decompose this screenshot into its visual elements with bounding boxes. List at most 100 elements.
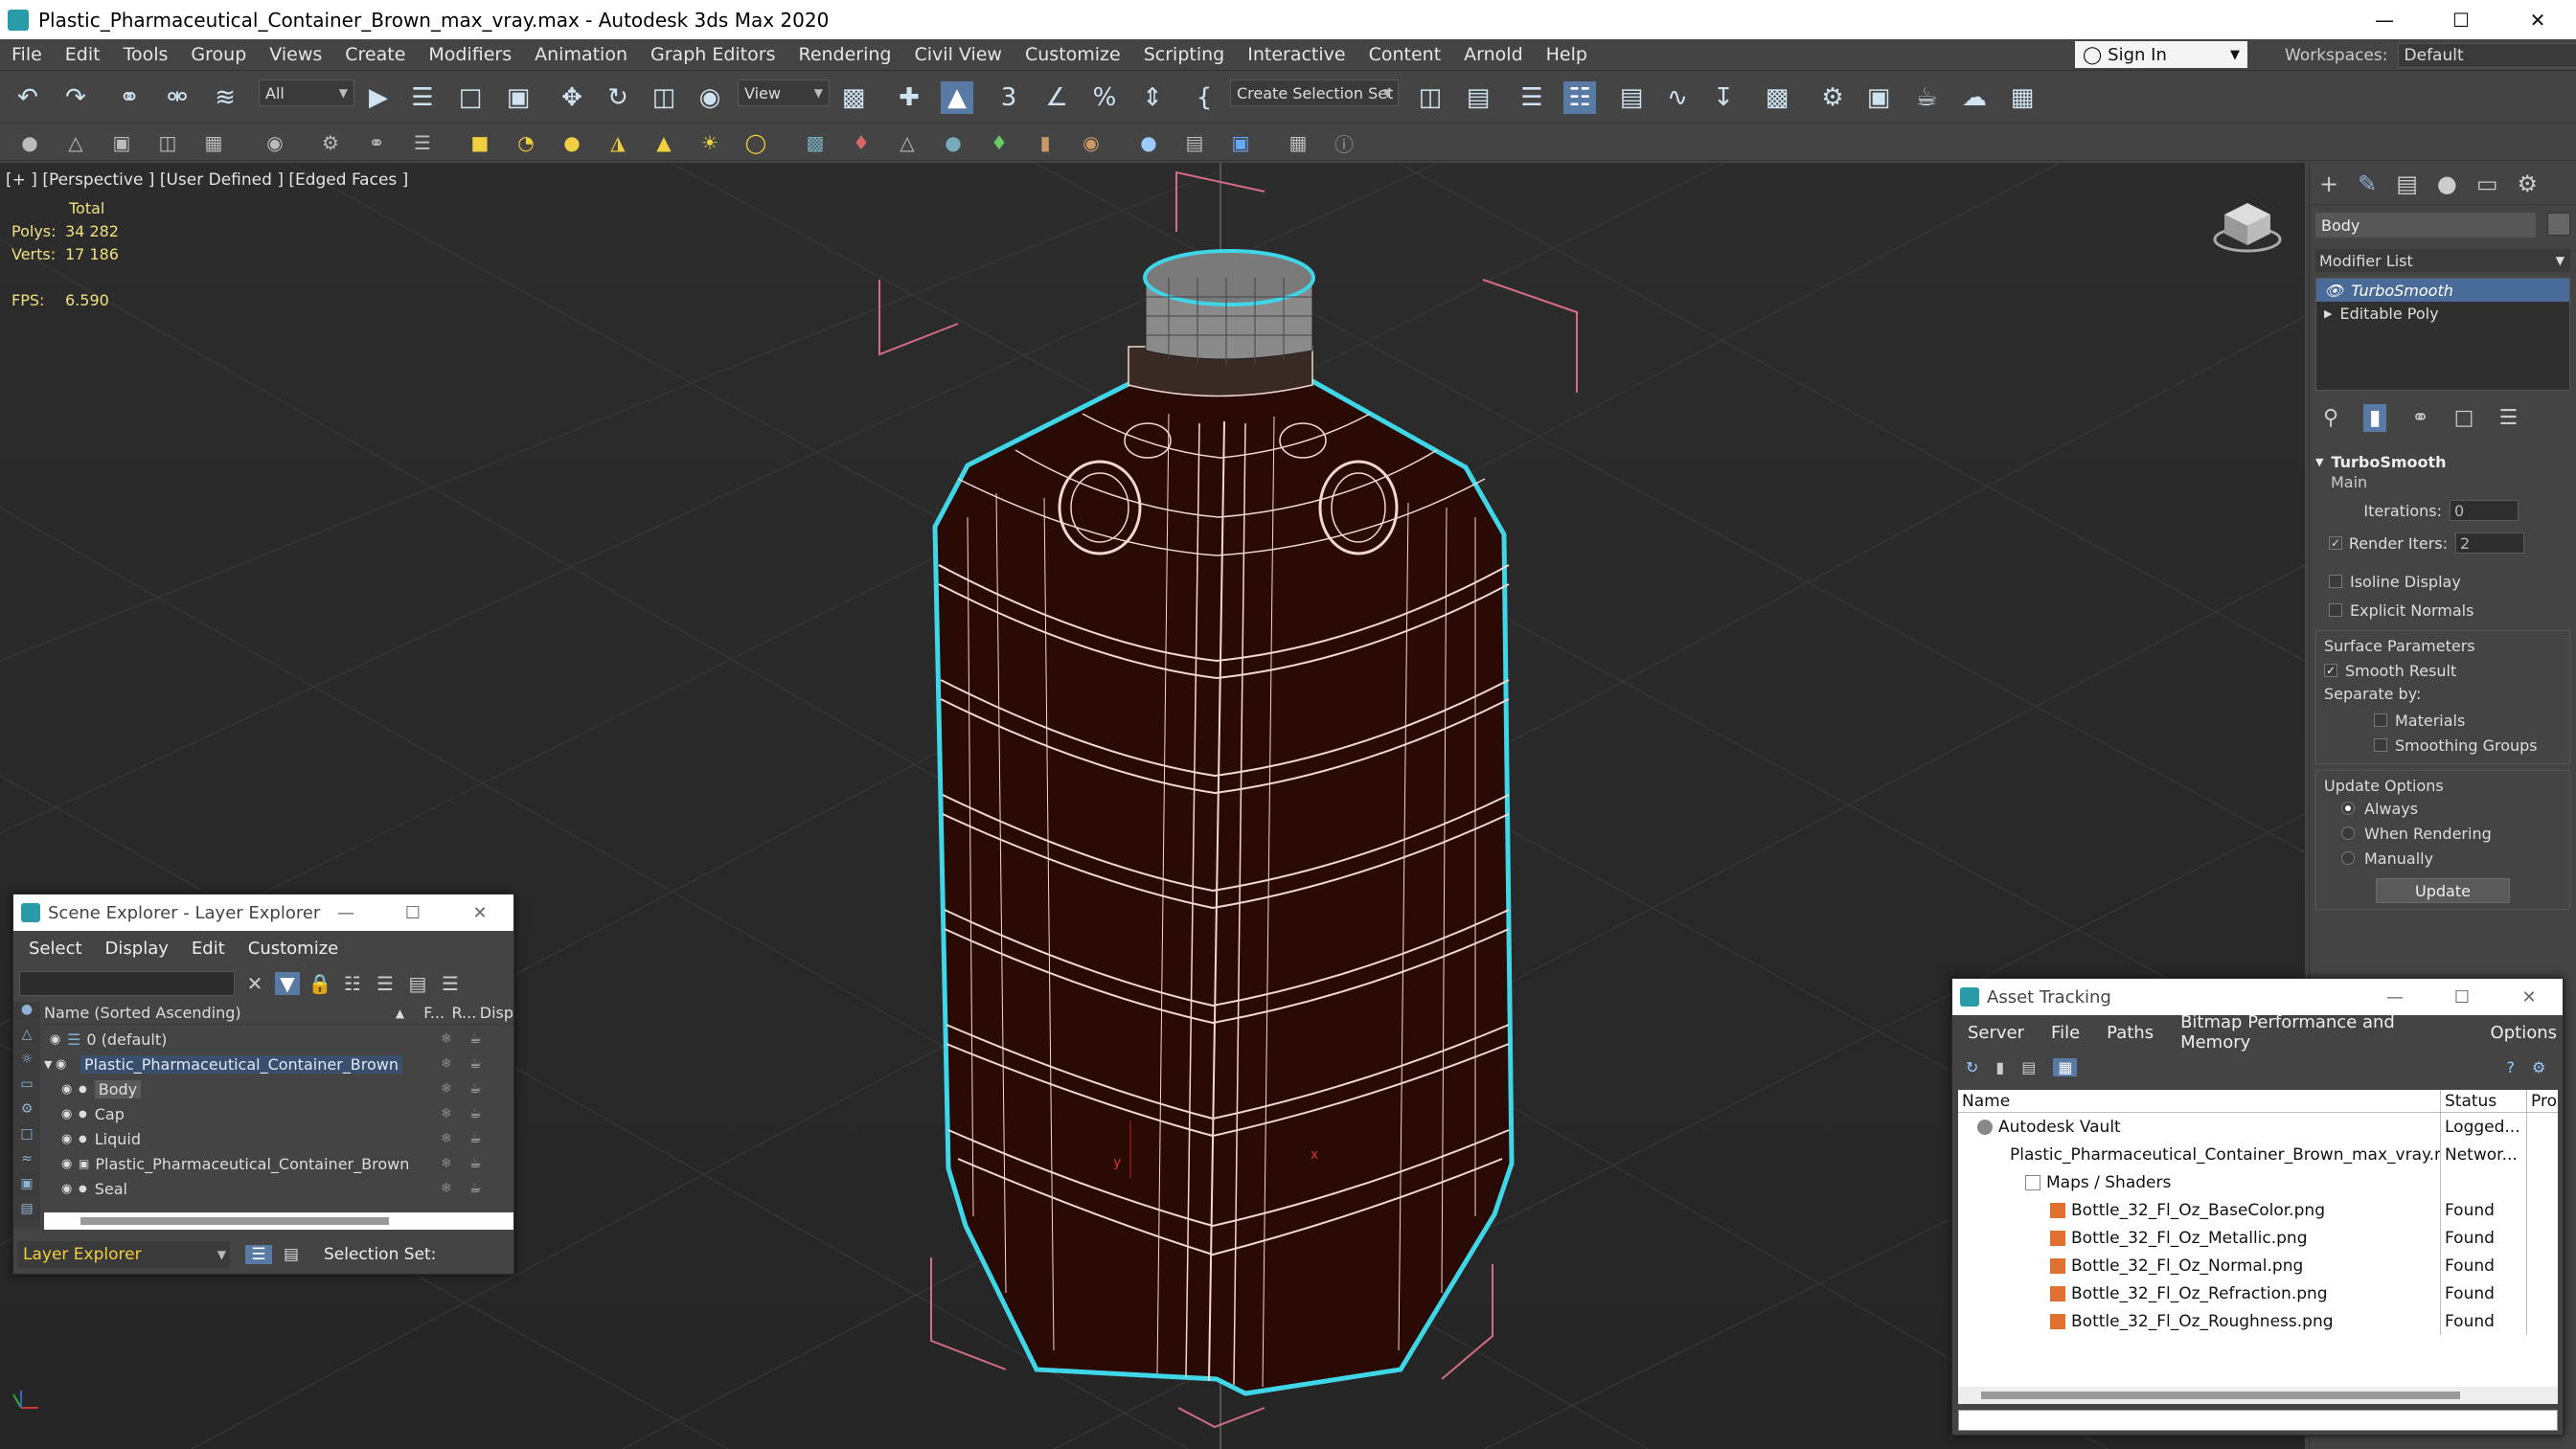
rectangular-selection-icon[interactable]: □ xyxy=(454,81,487,114)
close-button[interactable]: ✕ xyxy=(446,894,513,931)
material-editor-icon[interactable]: ▩ xyxy=(1761,81,1793,114)
select-object-icon[interactable]: ▶ xyxy=(362,81,395,114)
curve-editor-icon[interactable]: ∿ xyxy=(1661,81,1694,114)
modify-tab-icon[interactable]: ✎ xyxy=(2358,170,2377,197)
vray-decal-icon[interactable]: ▮ xyxy=(1031,128,1060,157)
move-icon[interactable]: ✥ xyxy=(556,81,588,114)
smooth-result[interactable]: ✓ Smooth Result xyxy=(2324,656,2562,685)
helpers-filter-icon[interactable]: ⚙ xyxy=(13,1101,40,1126)
modifier-icon[interactable]: ⚙ xyxy=(316,128,345,157)
tree-row-body[interactable]: ◉ ● Body ❄ ☕ xyxy=(44,1076,513,1101)
maximize-button[interactable]: ☐ xyxy=(2428,979,2496,1015)
at-menu-server[interactable]: Server xyxy=(1962,1023,2030,1043)
freeze-icon[interactable]: ❄ xyxy=(441,1181,452,1196)
materials-checkbox[interactable] xyxy=(2374,713,2387,727)
redo-icon[interactable]: ↷ xyxy=(59,81,92,114)
asset-row-roughness[interactable]: Bottle_32_Fl_Oz_Roughness.png Found xyxy=(1958,1307,2558,1335)
asset-row-max-file[interactable]: Plastic_Pharmaceutical_Container_Brown_m… xyxy=(1958,1141,2558,1168)
eye-icon[interactable]: ◉ xyxy=(50,1032,67,1047)
layer-manager-icon[interactable]: ☰ xyxy=(1516,81,1548,114)
minimize-button[interactable]: — xyxy=(2346,0,2423,39)
grid-icon[interactable]: ▦ xyxy=(199,128,228,157)
menu-scripting[interactable]: Scripting xyxy=(1132,44,1237,65)
place-icon[interactable]: ◉ xyxy=(694,81,726,114)
pivot-center-icon[interactable]: ▩ xyxy=(837,81,870,114)
vray-plane-icon[interactable]: △ xyxy=(893,128,922,157)
vray-material-icon[interactable]: ▤ xyxy=(1180,128,1209,157)
freeze-icon[interactable]: ❄ xyxy=(441,1031,452,1047)
cylinder-icon[interactable]: ◫ xyxy=(153,128,182,157)
snaps-toggle-icon[interactable]: 3 xyxy=(992,81,1025,114)
maximize-button[interactable]: ☐ xyxy=(2423,0,2499,39)
se-menu-select[interactable]: Select xyxy=(29,939,82,959)
freeze-icon[interactable]: ❄ xyxy=(441,1131,452,1146)
utilities-tab-icon[interactable]: ⚙ xyxy=(2518,170,2539,197)
stack-item-editable-poly[interactable]: ▶ Editable Poly xyxy=(2316,302,2569,325)
isoline-checkbox[interactable] xyxy=(2329,575,2342,588)
explicit-normals[interactable]: Explicit Normals xyxy=(2329,596,2570,624)
scale-icon[interactable]: ◫ xyxy=(648,81,680,114)
horizontal-scrollbar[interactable] xyxy=(1958,1387,2558,1404)
asset-row-vault[interactable]: Autodesk Vault Logged... xyxy=(1958,1113,2558,1141)
menu-content[interactable]: Content xyxy=(1357,44,1453,65)
spinner-snap-icon[interactable]: ⇕ xyxy=(1136,81,1169,114)
always-radio[interactable] xyxy=(2341,802,2355,815)
menu-civil-view[interactable]: Civil View xyxy=(903,44,1014,65)
vray-dome-icon[interactable]: ◔ xyxy=(512,128,540,157)
separate-materials[interactable]: Materials xyxy=(2374,708,2562,733)
edit-named-selection-icon[interactable]: { xyxy=(1188,81,1220,114)
shapes-filter-icon[interactable]: △ xyxy=(13,1027,40,1052)
menu-file[interactable]: File xyxy=(0,44,54,65)
vray-spot-icon[interactable]: ▲ xyxy=(650,128,678,157)
plane-icon[interactable]: △ xyxy=(61,128,90,157)
select-manipulate-icon[interactable]: ✚ xyxy=(893,81,925,114)
freeze-icon[interactable]: ❄ xyxy=(441,1156,452,1171)
align-icon[interactable]: ▤ xyxy=(1462,81,1494,114)
menu-tools[interactable]: Tools xyxy=(112,44,180,65)
teapot-icon[interactable]: ● xyxy=(15,128,44,157)
rollout-header[interactable]: ▼ TurboSmooth xyxy=(2315,450,2570,473)
eye-icon[interactable]: ◉ xyxy=(61,1157,79,1171)
col-pro-header[interactable]: Pro xyxy=(2527,1090,2558,1112)
percent-snap-icon[interactable]: % xyxy=(1088,81,1121,114)
ribbon-icon[interactable]: ▤ xyxy=(1615,81,1648,114)
vray-sphere-fade-icon[interactable]: ● xyxy=(939,128,968,157)
motion-tab-icon[interactable]: ● xyxy=(2437,170,2457,197)
vray-toolbar-icon[interactable]: ▦ xyxy=(1284,128,1312,157)
vray-ambient-icon[interactable]: ◯ xyxy=(741,128,770,157)
remove-modifier-icon[interactable]: □ xyxy=(2454,406,2474,430)
smoothing-groups-checkbox[interactable] xyxy=(2374,738,2387,752)
settings-icon[interactable]: ⚙ xyxy=(2532,1058,2545,1076)
keyboard-shortcut-override-icon[interactable]: ▲ xyxy=(941,81,973,114)
update-when-rendering[interactable]: When Rendering xyxy=(2324,821,2562,846)
separate-smoothing-groups[interactable]: Smoothing Groups xyxy=(2374,733,2562,758)
expand-arrow-icon[interactable]: ▶ xyxy=(2324,307,2332,320)
col-name-header[interactable]: Name (Sorted Ascending) xyxy=(44,1004,396,1022)
new-layer-icon[interactable]: ☷ xyxy=(340,972,365,995)
explorer-type-dropdown[interactable]: Layer Explorer ▼ xyxy=(17,1241,230,1268)
tree-row-cap[interactable]: ◉ ● Cap ❄ ☕ xyxy=(44,1101,513,1126)
menu-arnold[interactable]: Arnold xyxy=(1452,44,1534,65)
se-menu-display[interactable]: Display xyxy=(105,939,169,959)
help-icon[interactable]: ? xyxy=(2506,1058,2515,1076)
render-icon[interactable]: ◉ xyxy=(261,128,289,157)
asset-row-metallic[interactable]: Bottle_32_Fl_Oz_Metallic.png Found xyxy=(1958,1224,2558,1252)
clear-search-icon[interactable]: ✕ xyxy=(242,972,267,995)
vray-light-icon[interactable]: ■ xyxy=(466,128,494,157)
vray-lister-icon[interactable]: ▣ xyxy=(1226,128,1255,157)
asset-row-maps[interactable]: Maps / Shaders xyxy=(1958,1168,2558,1196)
menu-group[interactable]: Group xyxy=(179,44,258,65)
maximize-button[interactable]: ☐ xyxy=(379,894,446,931)
tree-row-seal[interactable]: ◉ ● Seal ❄ ☕ xyxy=(44,1176,513,1201)
renderable-icon[interactable]: ☕ xyxy=(469,1106,482,1121)
menu-rendering[interactable]: Rendering xyxy=(786,44,902,65)
tree-row-group[interactable]: ◉ ▣ Plastic_Pharmaceutical_Container_Bro… xyxy=(44,1151,513,1176)
smooth-result-checkbox[interactable]: ✓ xyxy=(2324,664,2337,677)
modifier-list-dropdown[interactable]: Modifier List ▼ xyxy=(2315,249,2570,272)
menu-interactive[interactable]: Interactive xyxy=(1236,44,1356,65)
renderable-icon[interactable]: ☕ xyxy=(469,1131,482,1146)
eye-icon[interactable]: ◉ xyxy=(61,1182,79,1196)
renderable-icon[interactable]: ☕ xyxy=(469,1181,482,1196)
xrefs-filter-icon[interactable]: ▤ xyxy=(13,1201,40,1226)
vray-clipper-icon[interactable]: ♦ xyxy=(985,128,1014,157)
